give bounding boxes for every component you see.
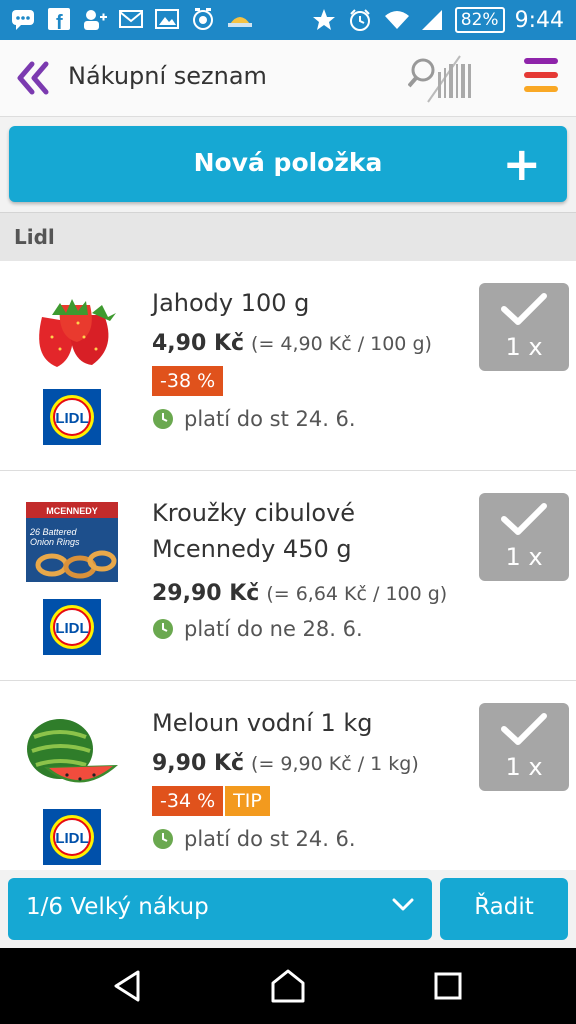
back-nav-icon[interactable] (110, 968, 146, 1004)
star-icon (311, 7, 337, 33)
chevron-down-icon (392, 898, 414, 911)
status-bar: f 82% 9:44 (0, 0, 576, 40)
price-value: 29,90 Kč (152, 581, 260, 606)
sort-button-label: Řadit (474, 894, 534, 920)
weather-icon (226, 6, 252, 32)
unit-price: (= 9,90 Kč / 1 kg) (251, 753, 419, 775)
sort-button[interactable]: Řadit (440, 878, 568, 940)
chat-icon (10, 6, 36, 32)
check-button[interactable]: 1 x (479, 493, 569, 581)
validity-text: platí do ne 28. 6. (184, 617, 363, 641)
badge-group: -34 % TIP (152, 786, 270, 816)
quantity-label: 1 x (505, 333, 543, 361)
svg-text:LIDL: LIDL (55, 410, 88, 427)
validity-text: platí do st 24. 6. (184, 827, 356, 851)
shopping-list: LIDL Jahody 100 g 4,90 Kč (= 4,90 Kč / 1… (0, 261, 576, 891)
svg-text:26 Battered: 26 Battered (29, 527, 78, 537)
menu-icon[interactable] (524, 58, 558, 102)
lidl-logo: LIDL (43, 599, 101, 655)
add-user-icon (82, 6, 108, 32)
clock-icon (153, 829, 173, 849)
item-price: 29,90 Kč (= 6,64 Kč / 100 g) (152, 581, 447, 606)
validity: platí do st 24. 6. (152, 407, 356, 431)
signal-icon (419, 7, 445, 33)
list-item[interactable]: MCENNEDY 26 Battered Onion Rings LIDL Kr… (0, 471, 576, 681)
item-name: Meloun vodní 1 kg (152, 709, 373, 737)
barcode-search-icon[interactable] (407, 52, 478, 106)
validity: platí do st 24. 6. (152, 827, 356, 851)
item-name: Jahody 100 g (152, 289, 310, 317)
page-title: Nákupní seznam (68, 62, 267, 90)
badge-group: -38 % (152, 366, 224, 396)
item-price: 9,90 Kč (= 9,90 Kč / 1 kg) (152, 751, 419, 776)
wifi-icon (383, 7, 409, 33)
item-name: Kroužky cibulové Mcennedy 450 g (152, 499, 356, 563)
lidl-logo: LIDL (43, 809, 101, 865)
facebook-icon: f (46, 6, 72, 32)
bottom-bar: 1/6 Velký nákup Řadit (0, 870, 576, 948)
new-item-button[interactable]: Nová položka + (9, 126, 567, 202)
product-image-watermelon (22, 707, 122, 797)
svg-text:Onion Rings: Onion Rings (30, 537, 80, 547)
tip-badge: TIP (225, 786, 270, 816)
discount-badge: -38 % (152, 366, 224, 396)
check-button[interactable]: 1 x (479, 703, 569, 791)
lidl-logo: LIDL (43, 389, 101, 445)
clock-icon (153, 409, 173, 429)
system-nav-bar (0, 948, 576, 1024)
price-value: 4,90 Kč (152, 331, 245, 356)
home-nav-icon[interactable] (270, 968, 306, 1004)
unit-price: (= 6,64 Kč / 100 g) (266, 583, 448, 605)
item-price: 4,90 Kč (= 4,90 Kč / 100 g) (152, 331, 432, 356)
alarm-app-icon (190, 6, 216, 32)
list-selector-dropdown[interactable]: 1/6 Velký nákup (8, 878, 432, 940)
battery-indicator: 82% (454, 7, 505, 33)
svg-text:MCENNEDY: MCENNEDY (46, 506, 98, 516)
store-section-header: Lidl (0, 212, 576, 261)
quantity-label: 1 x (505, 753, 543, 781)
checkmark-icon (501, 293, 547, 325)
list-item[interactable]: LIDL Meloun vodní 1 kg 9,90 Kč (= 9,90 K… (0, 681, 576, 891)
validity: platí do ne 28. 6. (152, 617, 363, 641)
clock-icon (153, 619, 173, 639)
checkmark-icon (501, 503, 547, 535)
svg-text:LIDL: LIDL (55, 830, 88, 847)
product-image-onion-rings: MCENNEDY 26 Battered Onion Rings (22, 497, 122, 587)
unit-price: (= 4,90 Kč / 100 g) (251, 333, 432, 355)
checkmark-icon (501, 713, 547, 745)
svg-text:LIDL: LIDL (55, 620, 88, 637)
quantity-label: 1 x (505, 543, 543, 571)
store-section-label: Lidl (14, 225, 55, 249)
clock: 9:44 (514, 7, 564, 33)
gallery-icon (154, 6, 180, 32)
svg-text:f: f (56, 12, 63, 31)
alarm-icon (347, 7, 373, 33)
double-chevron-left-icon[interactable] (14, 58, 54, 98)
recents-nav-icon[interactable] (430, 968, 466, 1004)
price-value: 9,90 Kč (152, 751, 245, 776)
validity-text: platí do st 24. 6. (184, 407, 356, 431)
product-image-strawberry (22, 287, 122, 377)
new-item-label: Nová položka (193, 148, 383, 177)
list-selector-label: 1/6 Velký nákup (26, 894, 209, 920)
discount-badge: -34 % (152, 786, 224, 816)
check-button[interactable]: 1 x (479, 283, 569, 371)
app-bar: Nákupní seznam (0, 40, 576, 117)
list-item[interactable]: LIDL Jahody 100 g 4,90 Kč (= 4,90 Kč / 1… (0, 261, 576, 471)
plus-icon: + (502, 137, 541, 191)
gmail-icon (118, 6, 144, 32)
